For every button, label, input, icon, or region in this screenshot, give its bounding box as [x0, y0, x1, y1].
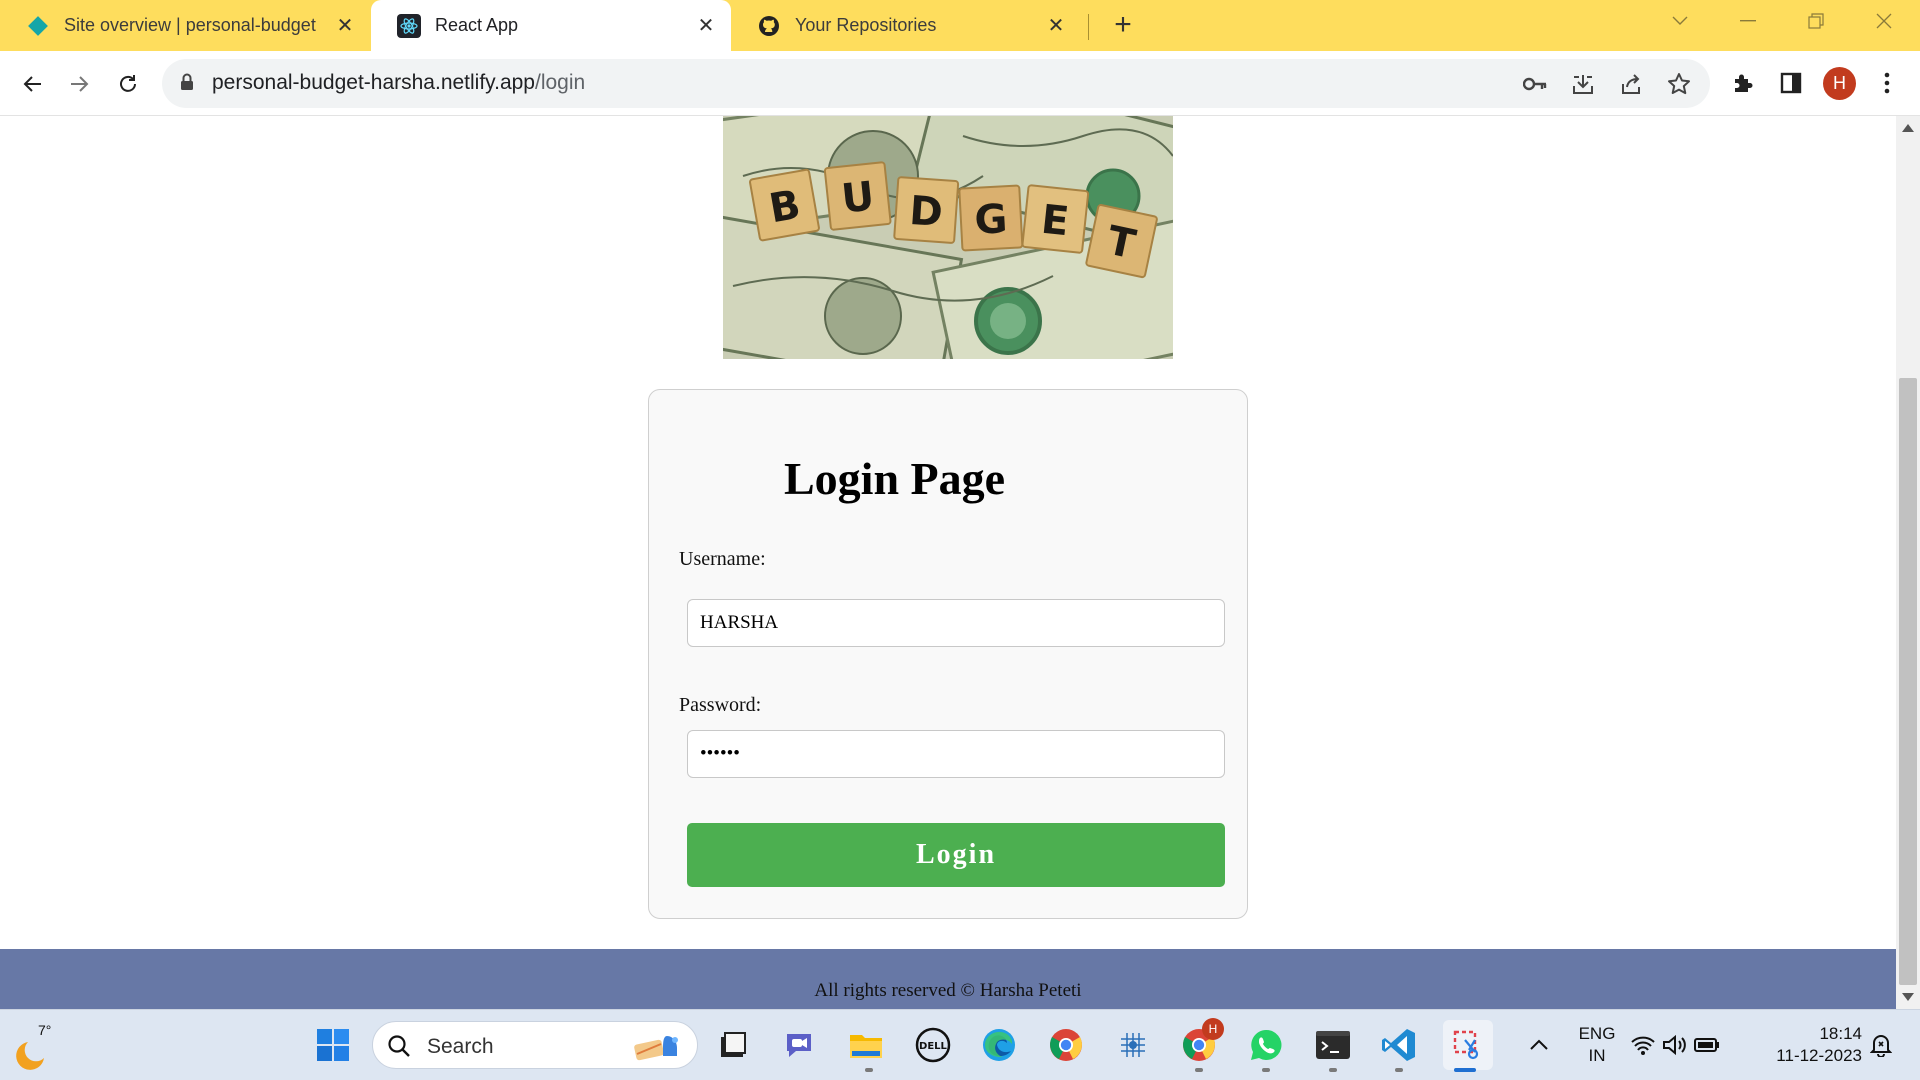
- chrome-profile-icon[interactable]: H: [1178, 1018, 1224, 1066]
- volume-icon: [1663, 1034, 1686, 1056]
- edge-icon[interactable]: [978, 1024, 1020, 1066]
- svg-text:DELL: DELL: [919, 1041, 948, 1052]
- notification-bell-icon[interactable]: [1866, 1024, 1896, 1066]
- username-label: Username:: [679, 548, 766, 570]
- netlify-diamond-icon: [26, 14, 50, 38]
- login-card: Login Page Username: Password: Login: [648, 389, 1248, 919]
- search-icon: [387, 1034, 411, 1063]
- username-input[interactable]: [687, 599, 1225, 647]
- chrome-icon[interactable]: [1045, 1024, 1087, 1066]
- tab-strip: Site overview | personal-budget ✕ React …: [0, 0, 1920, 51]
- search-highlight-icon: [634, 1036, 678, 1061]
- bookmark-star-icon[interactable]: [1666, 71, 1692, 97]
- profile-avatar[interactable]: H: [1823, 67, 1856, 100]
- login-button[interactable]: Login: [687, 823, 1225, 887]
- scroll-up-arrow-icon[interactable]: [1902, 124, 1914, 132]
- taskbar-search-box[interactable]: Search: [372, 1021, 698, 1069]
- url-text[interactable]: personal-budget-harsha.netlify.app/login: [212, 71, 585, 95]
- teams-chat-icon[interactable]: [778, 1024, 820, 1066]
- web-page: B U D G E T Login Page Username: Passwor…: [0, 116, 1896, 1009]
- network-volume-battery-group[interactable]: [1630, 1024, 1720, 1066]
- minimize-button[interactable]: [1726, 6, 1770, 36]
- dell-icon[interactable]: DELL: [912, 1024, 954, 1066]
- restore-button[interactable]: [1794, 6, 1838, 36]
- forward-button[interactable]: [61, 65, 99, 103]
- terminal-icon[interactable]: [1312, 1024, 1354, 1066]
- moon-weather-icon: [16, 1042, 44, 1070]
- banner-letter-d: D: [908, 188, 944, 236]
- github-icon: [757, 14, 781, 38]
- install-app-icon[interactable]: [1570, 71, 1596, 97]
- banner-letter-e: E: [1039, 197, 1071, 246]
- running-indicator: [1262, 1068, 1270, 1072]
- windows-taskbar: 7° Search DELL H ENG IN 18:14 11-12-2023: [0, 1009, 1920, 1080]
- page-footer: All rights reserved © Harsha Peteti: [0, 949, 1896, 1009]
- weather-widget[interactable]: 7°: [14, 1018, 64, 1073]
- wifi-icon: [1631, 1036, 1655, 1055]
- running-indicator: [1395, 1068, 1403, 1072]
- page-title: Login Page: [784, 453, 1006, 504]
- extensions-puzzle-icon[interactable]: [1726, 66, 1760, 100]
- back-button[interactable]: [13, 65, 51, 103]
- region-code: IN: [1588, 1046, 1606, 1065]
- tab-search-chevron-icon[interactable]: [1658, 6, 1702, 36]
- footer-text: All rights reserved © Harsha Peteti: [814, 980, 1082, 1001]
- close-window-button[interactable]: [1862, 6, 1906, 36]
- scroll-thumb[interactable]: [1899, 378, 1917, 985]
- weather-temp: 7°: [38, 1022, 52, 1038]
- react-icon: [397, 13, 421, 38]
- tab-react-app[interactable]: React App ✕: [371, 0, 731, 51]
- search-placeholder: Search: [427, 1035, 494, 1058]
- vertical-scrollbar[interactable]: [1896, 116, 1920, 1009]
- language-code: ENG: [1578, 1024, 1616, 1043]
- lock-icon[interactable]: [180, 73, 194, 96]
- clock-date: 11-12-2023: [1776, 1046, 1862, 1065]
- side-panel-icon[interactable]: [1774, 66, 1808, 100]
- address-bar[interactable]: personal-budget-harsha.netlify.app/login: [162, 59, 1710, 108]
- running-indicator: [1195, 1068, 1203, 1072]
- close-tab-icon[interactable]: ✕: [691, 11, 721, 41]
- clock[interactable]: 18:14 11-12-2023: [1752, 1023, 1862, 1067]
- windows-start-icon[interactable]: [312, 1024, 354, 1066]
- file-explorer-icon[interactable]: [845, 1024, 887, 1066]
- tab-separator: [1088, 14, 1089, 40]
- new-tab-button[interactable]: +: [1106, 8, 1140, 42]
- close-tab-icon[interactable]: ✕: [330, 11, 360, 41]
- reload-button[interactable]: [109, 65, 147, 103]
- battery-icon: [1694, 1038, 1719, 1052]
- snipping-grid-icon[interactable]: [1112, 1024, 1154, 1066]
- scroll-down-arrow-icon[interactable]: [1902, 993, 1914, 1001]
- snipping-tool-icon[interactable]: [1443, 1020, 1493, 1070]
- tab-site-overview[interactable]: Site overview | personal-budget ✕: [0, 0, 370, 51]
- clock-time: 18:14: [1819, 1024, 1862, 1043]
- budget-banner-image: B U D G E T: [723, 116, 1173, 359]
- vscode-icon[interactable]: [1378, 1024, 1420, 1066]
- browser-toolbar: personal-budget-harsha.netlify.app/login…: [0, 51, 1920, 116]
- show-hidden-icons-chevron-icon[interactable]: [1518, 1024, 1560, 1066]
- tab-your-repositories[interactable]: Your Repositories ✕: [731, 0, 1081, 51]
- password-label: Password:: [679, 694, 762, 716]
- running-indicator: [1329, 1068, 1337, 1072]
- banner-letter-g: G: [973, 196, 1008, 244]
- tab-title: React App: [435, 15, 519, 35]
- tab-title: Site overview | personal-budget: [64, 15, 316, 35]
- running-indicator: [865, 1068, 873, 1072]
- close-tab-icon[interactable]: ✕: [1041, 11, 1071, 41]
- task-view-icon[interactable]: [712, 1024, 754, 1066]
- input-language-indicator[interactable]: ENG IN: [1572, 1023, 1622, 1067]
- url-host: personal-budget-harsha.netlify.app: [212, 71, 535, 94]
- key-icon[interactable]: [1522, 71, 1548, 97]
- banner-letter-u: U: [839, 173, 876, 222]
- chrome-profile-badge: H: [1202, 1018, 1224, 1040]
- whatsapp-icon[interactable]: [1245, 1024, 1287, 1066]
- url-path: /login: [535, 71, 586, 94]
- tab-title: Your Repositories: [795, 15, 937, 35]
- chrome-menu-icon[interactable]: [1870, 66, 1904, 100]
- active-app-indicator: [1454, 1068, 1476, 1072]
- share-icon[interactable]: [1618, 71, 1644, 97]
- password-input[interactable]: [687, 730, 1225, 778]
